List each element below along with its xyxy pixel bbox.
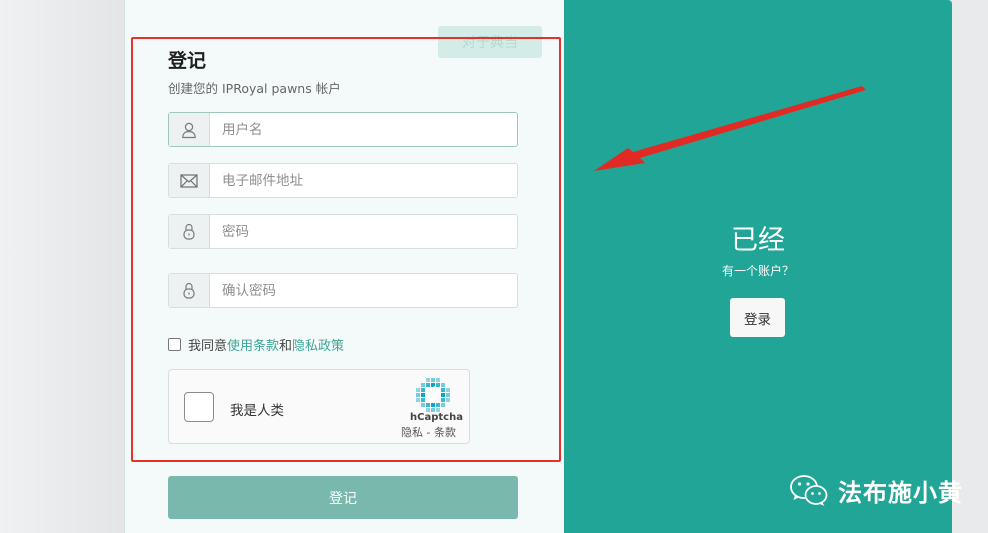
lock-icon <box>169 274 210 307</box>
agree-checkbox[interactable] <box>168 338 181 351</box>
terms-link[interactable]: 使用条款 <box>227 335 279 354</box>
email-field <box>168 163 518 198</box>
user-icon <box>169 113 210 146</box>
hcaptcha-brand: hCaptcha <box>410 412 463 423</box>
confirm-password-field <box>168 273 518 308</box>
agree-prefix: 我同意 <box>188 339 228 354</box>
email-input[interactable] <box>210 164 517 197</box>
hcaptcha-widget: 我是人类 hCaptcha 隐私 - 条款 <box>168 369 470 444</box>
captcha-privacy-terms[interactable]: 隐私 - 条款 <box>401 424 456 440</box>
lock-icon <box>169 215 210 248</box>
watermark-text: 法布施小黄 <box>838 479 963 507</box>
password-field <box>168 214 518 249</box>
hcaptcha-logo-icon <box>416 378 450 412</box>
login-button[interactable]: 登录 <box>730 298 785 337</box>
password-input[interactable] <box>210 215 517 248</box>
page-background-left <box>0 0 124 533</box>
side-heading: 已经 <box>731 225 785 256</box>
envelope-icon <box>169 164 210 197</box>
watermark: 法布施小黄 <box>790 473 963 508</box>
agree-and: 和 <box>279 339 293 354</box>
side-subheading: 有一个账户？ <box>721 264 794 278</box>
captcha-label: 我是人类 <box>230 403 284 419</box>
page-background-right <box>952 0 988 533</box>
confirm-password-input[interactable] <box>210 274 517 307</box>
privacy-link[interactable]: 隐私政策 <box>292 335 344 354</box>
register-button[interactable]: 登记 <box>168 476 518 519</box>
captcha-checkbox[interactable] <box>184 392 214 422</box>
wechat-icon <box>790 474 828 506</box>
page-subtitle: 创建您的 IPRoyal pawns 帐户 <box>168 81 341 96</box>
page-title: 登记 <box>168 50 207 72</box>
username-field <box>168 112 518 147</box>
terms-agreement: 我同意 使用条款 和 隐私政策 <box>168 335 344 354</box>
pawns-tab-button[interactable]: 对于典当 <box>438 26 542 58</box>
username-input[interactable] <box>210 113 517 146</box>
